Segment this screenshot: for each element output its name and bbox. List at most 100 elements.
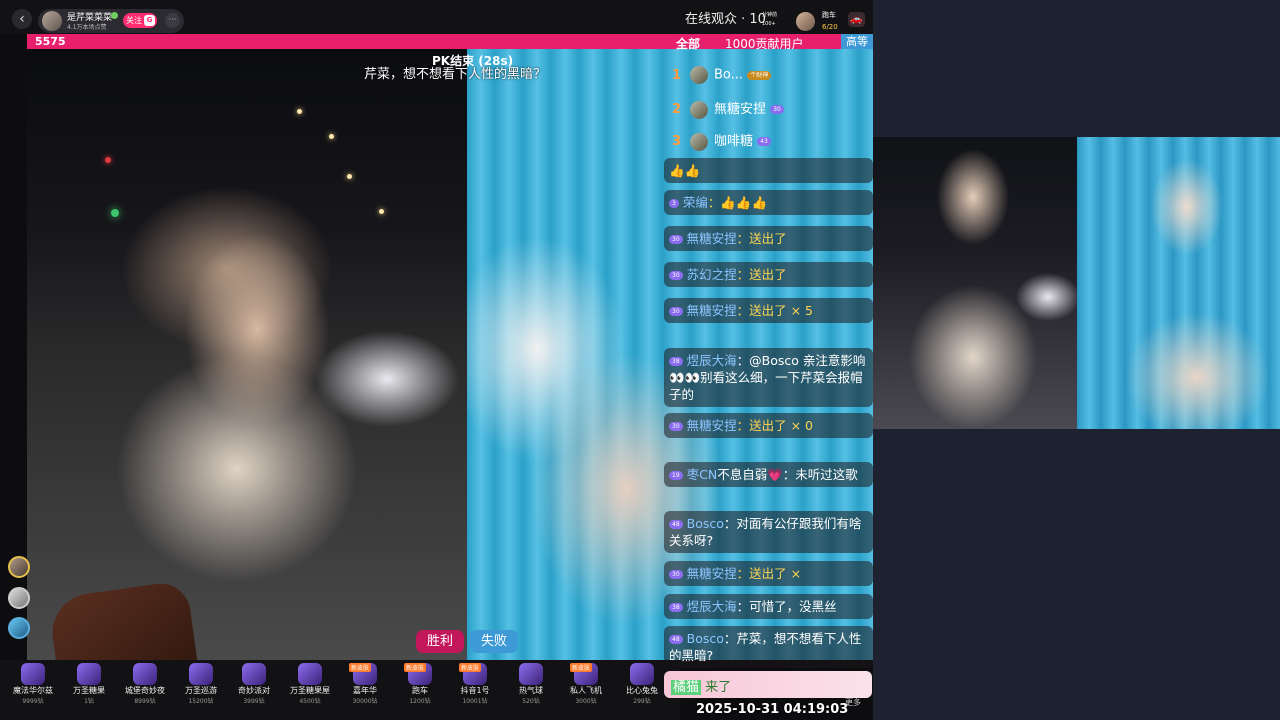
user-level-badge: 38 [669, 357, 683, 366]
side-avatar[interactable] [8, 587, 30, 609]
chat-message[interactable]: 30 苏幻之捏：送出了 [664, 262, 873, 287]
gift-name: 比心兔兔 [626, 686, 658, 695]
pk-score: 5575 [35, 35, 66, 48]
gift-item[interactable]: 魔法华尔兹 9999钻 [5, 663, 61, 705]
gift-tag: 新皮肤 [349, 663, 372, 672]
gift-price: 30000钻 [352, 698, 378, 705]
gift-price: 10001钻 [462, 698, 488, 705]
gift-item[interactable]: 奇妙派对 3999钻 [226, 663, 282, 705]
gift-icon [21, 663, 45, 685]
chat-message[interactable]: 30 無糖安捏：送出了 × 5 [664, 298, 873, 323]
join-user[interactable]: 橘猫 [671, 680, 702, 695]
user-level-badge: 30 [669, 307, 683, 316]
user-level-badge: 48 [669, 635, 683, 644]
gift-icon [133, 663, 157, 685]
chat-message[interactable]: 👍👍 [664, 158, 873, 183]
tab-all[interactable]: 全部 [676, 35, 700, 52]
chat-user[interactable]: Bosco [687, 631, 724, 646]
back-chevron-icon[interactable]: ‹ [12, 9, 32, 29]
pk-lose-label: 失败 [470, 630, 518, 653]
gift-name: 热气球 [519, 686, 543, 695]
more-options-button[interactable]: ··· [165, 13, 180, 28]
gift-item[interactable]: 比心兔兔 299钻 [614, 663, 670, 705]
avatar [690, 66, 708, 84]
gift-price: 1钻 [84, 698, 94, 705]
chat-message[interactable]: 38 煜辰大海：@Bosco 亲注意影响👀👀别看这么细，一下芹菜会报帽子的 [664, 348, 873, 407]
chat-user[interactable]: 苏幻之捏 [687, 267, 737, 282]
gift-item[interactable]: 热气球 520钻 [503, 663, 559, 705]
timestamp: 2025-10-31 04:19:03 [696, 702, 849, 717]
gift-name: 万圣糖果 [73, 686, 105, 695]
chat-user[interactable]: 煜辰大海 [687, 599, 737, 614]
race-progress[interactable]: 跑车 6/20 [822, 9, 838, 33]
rank-badge: 分钟前 100+ [762, 11, 777, 29]
chat-message[interactable]: 30 無糖安捏：送出了 × 0 [664, 413, 873, 438]
gift-item[interactable]: 新皮肤 抖音1号 10001钻 [447, 663, 503, 705]
chat-text: ：送出了 × [736, 566, 802, 581]
gift-name: 万圣糖果屋 [290, 686, 330, 695]
street-light [379, 209, 384, 214]
floating-comment: 芹菜，想不想看下人性的黑暗？ [364, 67, 547, 82]
traffic-light [105, 157, 111, 163]
rank-number: 3 [672, 134, 682, 149]
ranking-row[interactable]: 3 咖啡糖 43 [672, 130, 771, 152]
top-viewer-avatar[interactable] [796, 12, 815, 31]
left-host-video [27, 49, 467, 719]
gift-item[interactable]: 万圣糖果 1钻 [61, 663, 117, 705]
chat-message[interactable]: 48 Bosco：对面有公仔跟我们有啥关系呀? [664, 511, 873, 553]
host-avatar[interactable] [42, 11, 62, 31]
tab-high-level[interactable]: 高等 [841, 34, 873, 49]
gift-item[interactable]: 城堡奇妙夜 8999钻 [117, 663, 173, 705]
online-viewers[interactable]: 在线观众 · 10 [685, 8, 766, 27]
rank-number: 1 [672, 67, 682, 83]
pip-video-right[interactable] [1077, 137, 1280, 429]
chat-user[interactable]: 無糖安捏 [687, 418, 737, 433]
chat-user[interactable]: 無糖安捏 [687, 231, 737, 246]
pip-video-left[interactable] [873, 137, 1077, 429]
gift-tag: 新皮肤 [404, 663, 427, 672]
tab-contributors[interactable]: 1000贡献用户 [725, 35, 804, 52]
chat-user[interactable]: 荣编 [683, 195, 708, 210]
chat-message[interactable]: 3 荣编：👍👍👍 [664, 190, 873, 215]
race-car-icon[interactable]: 🚗 [848, 12, 865, 27]
chat-message[interactable]: 30 無糖安捏：送出了 × [664, 561, 873, 586]
street-light [297, 109, 302, 114]
ranking-badge: 43 [757, 137, 771, 146]
gift-icon [77, 663, 101, 685]
more-gifts-link[interactable]: 更多 [845, 697, 861, 708]
gift-name: 抖音1号 [460, 686, 490, 695]
user-join-text: 橘猫 来了 [671, 676, 731, 695]
gift-item[interactable]: 万圣糖果屋 4500钻 [282, 663, 338, 705]
chat-user[interactable]: 枣CN [687, 467, 718, 482]
gift-icon [242, 663, 266, 685]
chat-user[interactable]: 煜辰大海 [687, 353, 737, 368]
side-avatar[interactable] [8, 556, 30, 578]
chat-message[interactable]: 19 枣CN不息自弱💗：未听过这歌 [664, 462, 873, 487]
street-light [347, 174, 352, 179]
gift-price: 15200钻 [188, 698, 214, 705]
chat-user[interactable]: 無糖安捏 [687, 303, 737, 318]
gift-item[interactable]: 新皮肤 嘉年华 30000钻 [337, 663, 393, 705]
gift-item[interactable]: 万圣巡游 15200钻 [173, 663, 229, 705]
user-level-badge: 30 [669, 422, 683, 431]
chat-message[interactable]: 30 無糖安捏：送出了 [664, 226, 873, 251]
chat-message[interactable]: 38 煜辰大海：可惜了，没黑丝 [664, 594, 873, 619]
user-level-badge: 19 [669, 471, 683, 480]
race-count: 6/20 [822, 23, 838, 31]
chat-text: 不息自弱💗：未听过这歌 [717, 467, 858, 482]
gift-item[interactable]: 新皮肤 私人飞机 3000钻 [558, 663, 614, 705]
chat-text: ：送出了 × 5 [736, 303, 814, 318]
side-avatar[interactable] [8, 617, 30, 639]
ranking-row[interactable]: 2 無糖安捏 30 [672, 98, 784, 120]
chat-message[interactable]: 48 Bosco：芹菜，想不想看下人性的黑暗? [664, 626, 873, 668]
chat-user[interactable]: Bosco [687, 516, 724, 531]
chat-user[interactable]: 無糖安捏 [687, 566, 737, 581]
gift-icon [189, 663, 213, 685]
ranking-row[interactable]: 1 Bo... 个财神 [672, 66, 772, 88]
user-level-badge: 30 [669, 235, 683, 244]
chat-text: ：送出了 [736, 267, 787, 282]
user-level-badge: 38 [669, 603, 683, 612]
gift-item[interactable]: 新皮肤 跑车 1200钻 [392, 663, 448, 705]
chat-text: ：送出了 × 0 [736, 418, 814, 433]
user-level-badge: 3 [669, 199, 679, 208]
